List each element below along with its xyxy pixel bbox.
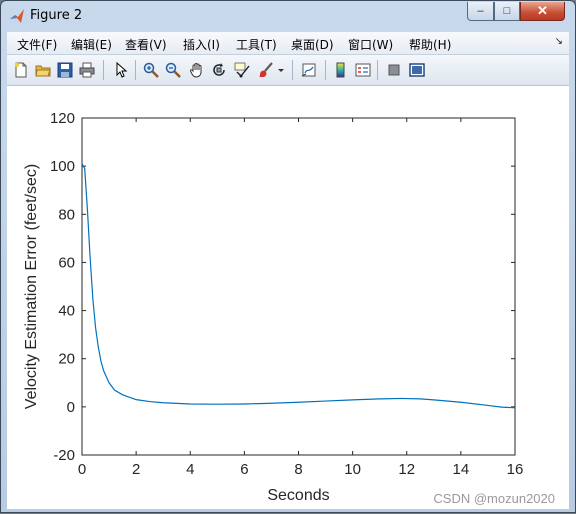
watermark: CSDN @mozun2020	[433, 491, 555, 506]
show-plot-tools-icon[interactable]	[407, 60, 427, 80]
toolbar-separator	[103, 60, 104, 80]
brush-icon[interactable]	[256, 60, 276, 80]
new-figure-icon[interactable]	[11, 60, 31, 80]
y-tick-label: 60	[58, 254, 75, 271]
menu-edit[interactable]: 编辑(E)	[71, 36, 112, 53]
line-chart: 0 2 4 6 8 10 12 14 16-20020406080100120 Seconds …	[23, 110, 524, 504]
menu-window[interactable]: 窗口(W)	[348, 36, 393, 53]
x-tick-label: 10	[344, 461, 361, 478]
x-tick-label: 12	[398, 461, 415, 478]
matlab-logo-icon	[10, 9, 24, 23]
menu-view[interactable]: 查看(V)	[125, 36, 167, 53]
zoom-in-icon[interactable]	[141, 60, 161, 80]
x-axis-label: Seconds	[267, 487, 329, 504]
colorbar-icon[interactable]	[331, 60, 351, 80]
brush-dropdown-icon[interactable]	[276, 60, 286, 80]
x-tick-label: 2	[132, 461, 140, 478]
menu-grip-icon[interactable]: ↘	[555, 36, 563, 47]
rotate-3d-icon[interactable]	[209, 60, 229, 80]
toolbar-separator	[325, 60, 326, 80]
menu-help[interactable]: 帮助(H)	[409, 36, 451, 53]
data-cursor-icon[interactable]	[232, 60, 252, 80]
y-tick-label: 0	[67, 399, 75, 416]
axes-box	[81, 117, 516, 456]
x-tick-label: 14	[453, 461, 470, 478]
zoom-out-icon[interactable]	[163, 60, 183, 80]
y-tick-label: 40	[58, 303, 75, 320]
x-tick-label: 16	[507, 461, 524, 478]
x-tick-label: 8	[294, 461, 302, 478]
figure-toolbar	[7, 55, 569, 86]
title-bar[interactable]: Figure 2 – □ ✕	[1, 1, 575, 31]
hide-plot-tools-icon[interactable]	[384, 60, 404, 80]
minimize-button[interactable]: –	[467, 2, 494, 21]
menu-insert[interactable]: 插入(I)	[183, 36, 220, 53]
x-tick-label: 0	[78, 461, 86, 478]
y-axis-label: Velocity Estimation Error (feet/sec)	[23, 164, 40, 409]
y-tick-label: 100	[50, 158, 75, 175]
legend-icon[interactable]	[353, 60, 373, 80]
maximize-button[interactable]: □	[494, 2, 520, 21]
save-icon[interactable]	[55, 60, 75, 80]
toolbar-separator	[135, 60, 136, 80]
close-button[interactable]: ✕	[520, 2, 565, 21]
x-tick-label: 6	[240, 461, 248, 478]
x-tick-label: 4	[186, 461, 194, 478]
toolbar-separator	[377, 60, 378, 80]
y-tick-label: -20	[53, 447, 75, 464]
edit-plot-arrow-icon[interactable]	[111, 60, 131, 80]
open-file-icon[interactable]	[33, 60, 53, 80]
y-tick-label: 20	[58, 351, 75, 368]
y-tick-label: 80	[58, 206, 75, 223]
menu-file[interactable]: 文件(F)	[17, 36, 57, 53]
figure-window: Figure 2 – □ ✕ 文件(F) 编辑(E) 查看(V) 插入(I) 工…	[0, 0, 576, 513]
pan-hand-icon[interactable]	[187, 60, 207, 80]
menu-bar: 文件(F) 编辑(E) 查看(V) 插入(I) 工具(T) 桌面(D) 窗口(W…	[7, 32, 569, 55]
window-title: Figure 2	[30, 8, 83, 23]
menu-tools[interactable]: 工具(T)	[236, 36, 277, 53]
menu-desktop[interactable]: 桌面(D)	[291, 36, 334, 53]
y-tick-label: 120	[50, 110, 75, 127]
toolbar-separator	[292, 60, 293, 80]
figure-canvas: 0 2 4 6 8 10 12 14 16 -20 0 20 40 60 80 100 120 Seconds …	[7, 86, 569, 509]
link-plot-icon[interactable]	[299, 60, 319, 80]
print-icon[interactable]	[77, 60, 97, 80]
